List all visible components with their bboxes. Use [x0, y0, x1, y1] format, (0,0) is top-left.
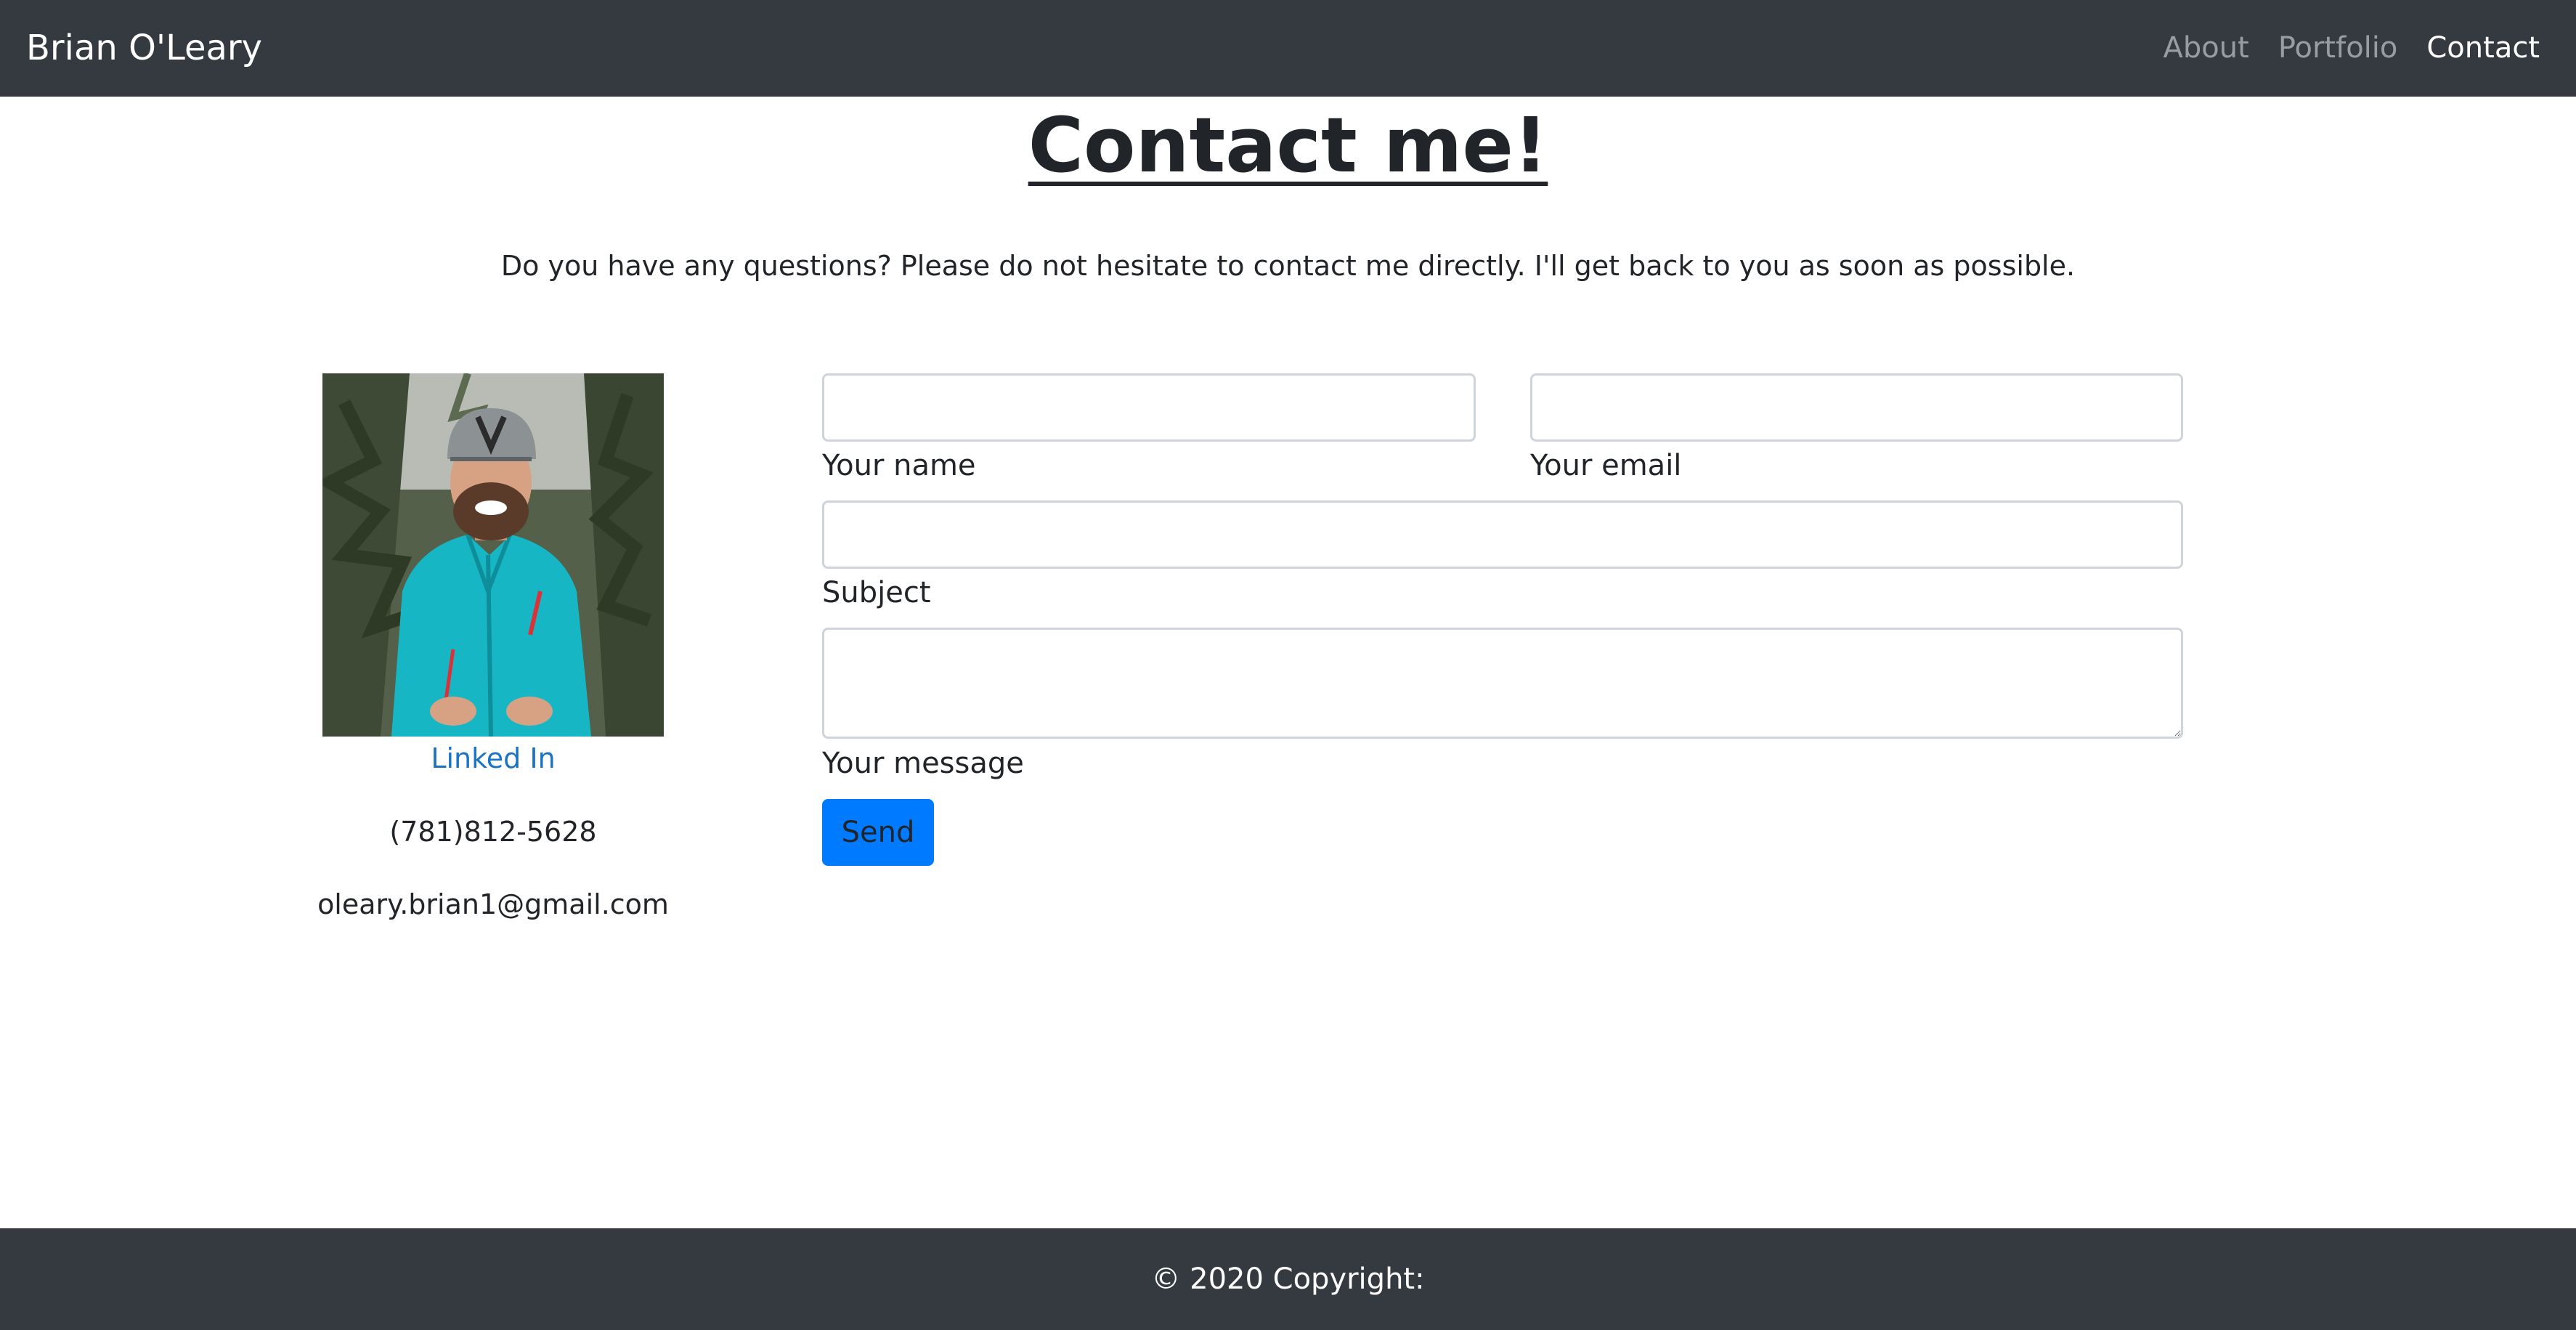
footer-copyright: © 2020 Copyright:	[1151, 1262, 1425, 1296]
brand-link[interactable]: Brian O'Leary	[26, 26, 262, 70]
profile-photo	[322, 373, 664, 737]
nav-link-contact[interactable]: Contact	[2426, 26, 2540, 70]
nav-link-portfolio[interactable]: Portfolio	[2278, 26, 2398, 70]
intro-text: Do you have any questions? Please do not…	[500, 250, 2076, 282]
page-title: Contact me!	[1028, 101, 1548, 190]
name-label: Your name	[822, 449, 976, 482]
subject-input[interactable]	[822, 500, 2183, 569]
name-input[interactable]	[822, 373, 1476, 442]
email-label: Your email	[1530, 449, 1682, 482]
contact-phone: (781)812-5628	[389, 816, 597, 848]
message-textarea[interactable]	[822, 628, 2183, 739]
footer: © 2020 Copyright:	[0, 1228, 2576, 1330]
contact-email: oleary.brian1@gmail.com	[317, 888, 669, 920]
nav-link-about[interactable]: About	[2163, 26, 2249, 70]
nav-links: About Portfolio Contact	[2163, 26, 2540, 70]
email-input[interactable]	[1530, 373, 2183, 442]
navbar: Brian O'Leary About Portfolio Contact	[0, 0, 2576, 97]
linkedin-link[interactable]: Linked In	[322, 738, 664, 779]
message-label: Your message	[822, 747, 1024, 780]
send-button[interactable]: Send	[822, 799, 934, 866]
subject-label: Subject	[822, 576, 931, 609]
